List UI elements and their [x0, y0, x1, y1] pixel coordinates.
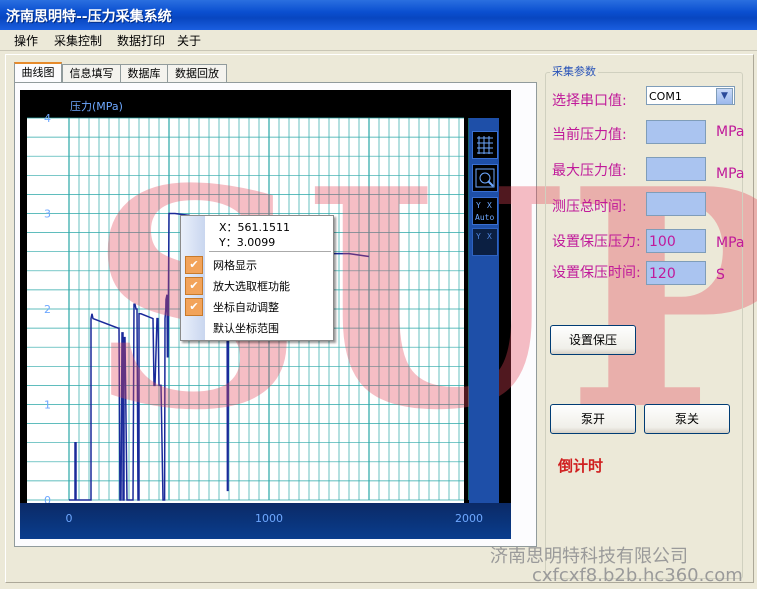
hold-pressure-field[interactable]: 100: [646, 229, 706, 253]
cursor-y-readout: Y：3.0099: [219, 236, 276, 249]
hold-time-label: 设置保压时间:: [552, 265, 641, 281]
max-pressure-field[interactable]: [646, 157, 706, 181]
total-time-label: 测压总时间:: [552, 199, 627, 215]
svg-text:Y: Y: [476, 232, 481, 241]
tab-info[interactable]: 信息填写: [62, 64, 121, 82]
svg-text:X: X: [487, 232, 492, 241]
menu-item-grid[interactable]: 网格显示: [213, 257, 257, 273]
countdown-label: 倒计时: [558, 457, 604, 475]
pump-off-button[interactable]: 泵关: [644, 404, 730, 434]
url-watermark: cxfcxf8.b2b.hc360.com: [532, 565, 743, 586]
grid-toggle-icon[interactable]: [472, 131, 498, 159]
tab-curve[interactable]: 曲线图: [14, 62, 62, 84]
params-group-title: 采集参数: [550, 63, 598, 79]
pump-on-button[interactable]: 泵开: [550, 404, 636, 434]
check-icon: ✔: [185, 256, 203, 274]
hold-time-field[interactable]: 120: [646, 261, 706, 285]
context-menu-separator: [209, 251, 331, 252]
svg-text:Y: Y: [476, 201, 481, 210]
cursor-x-readout: X：561.1511: [219, 221, 291, 234]
zoom-select-icon[interactable]: [472, 164, 498, 192]
auto-label: Auto: [475, 213, 494, 222]
chart-context-menu: X：561.1511 Y：3.0099 ✔ 网格显示 ✔ 放大选取框功能 ✔ 坐…: [180, 215, 334, 341]
serial-select[interactable]: COM1 ▼: [646, 86, 735, 105]
check-icon: ✔: [185, 277, 203, 295]
menu-item-about[interactable]: 关于: [177, 32, 201, 49]
hold-pressure-unit: MPa: [716, 235, 745, 251]
menu-item-print[interactable]: 数据打印: [117, 32, 165, 49]
set-hold-button[interactable]: 设置保压: [550, 325, 636, 355]
menu-item-capture[interactable]: 采集控制: [54, 32, 102, 49]
max-pressure-unit: MPa: [716, 166, 745, 182]
hold-pressure-label: 设置保压压力:: [552, 234, 641, 250]
serial-label: 选择串口值:: [552, 93, 627, 109]
check-icon: ✔: [185, 298, 203, 316]
title-bar: 济南思明特--压力采集系统: [0, 0, 757, 30]
auto-axis-icon[interactable]: Y X Auto: [472, 197, 498, 225]
serial-select-value: COM1: [649, 90, 682, 103]
total-time-field[interactable]: [646, 192, 706, 216]
tab-database[interactable]: 数据库: [120, 64, 168, 82]
menu-bar: 操作 采集控制 数据打印 关于: [0, 30, 757, 51]
tab-playback[interactable]: 数据回放: [167, 64, 227, 82]
hold-time-unit: S: [716, 267, 725, 283]
svg-text:X: X: [487, 201, 492, 210]
default-axis-icon[interactable]: YX: [472, 228, 498, 256]
menu-item-auto-axis[interactable]: 坐标自动调整: [213, 299, 279, 315]
current-pressure-field[interactable]: [646, 120, 706, 144]
window-title: 济南思明特--压力采集系统: [6, 9, 172, 25]
menu-item-zoom-box[interactable]: 放大选取框功能: [213, 278, 290, 294]
current-pressure-label: 当前压力值:: [552, 127, 627, 143]
current-pressure-unit: MPa: [716, 124, 745, 140]
menu-item-operate[interactable]: 操作: [14, 32, 38, 49]
chevron-down-icon[interactable]: ▼: [716, 88, 733, 105]
menu-item-default-axis[interactable]: 默认坐标范围: [213, 320, 279, 336]
chart-x-axis-band: [20, 503, 511, 539]
max-pressure-label: 最大压力值:: [552, 163, 627, 179]
